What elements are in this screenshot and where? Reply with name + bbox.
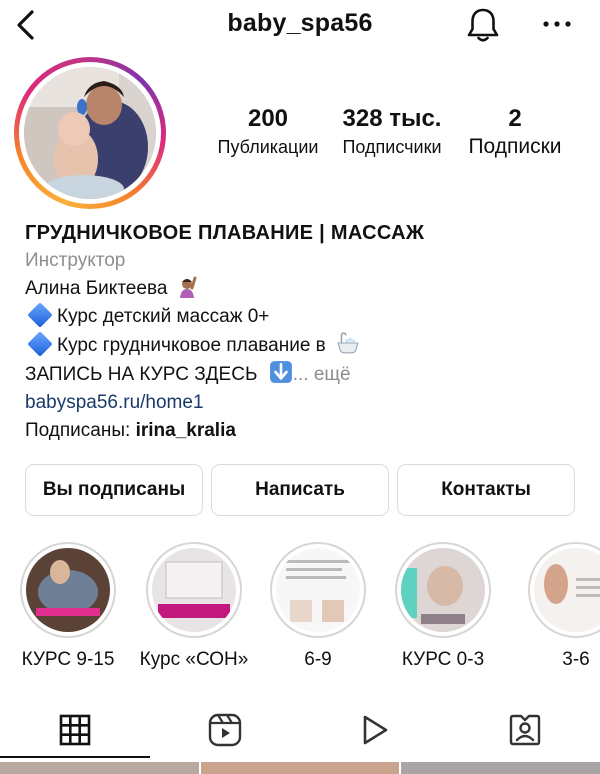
reels-icon xyxy=(208,713,242,747)
tab-grid[interactable] xyxy=(0,706,150,754)
top-bar: baby_spa56 xyxy=(0,0,600,50)
tab-reels[interactable] xyxy=(150,706,300,754)
message-button[interactable]: Написать xyxy=(211,464,389,516)
followed-by-prefix: Подписаны: xyxy=(25,420,136,441)
following-button[interactable]: Вы подписаны xyxy=(25,464,203,516)
avatar xyxy=(24,67,156,199)
notifications-button[interactable] xyxy=(465,6,501,44)
play-icon xyxy=(363,715,388,745)
highlight-thumbnail xyxy=(401,548,485,632)
active-tab-indicator xyxy=(0,756,150,758)
bio-line: ЗАПИСЬ НА КУРС ЗДЕСЬ ... ещё xyxy=(25,360,585,389)
posts-grid-preview xyxy=(0,762,600,774)
stat-followers[interactable]: 328 тыс. Подписчики xyxy=(334,104,450,159)
bio-course-massage: Курс детский массаж 0+ xyxy=(57,306,270,327)
bio-author-name: Алина Биктеева xyxy=(25,278,168,299)
followers-count: 328 тыс. xyxy=(342,105,442,132)
story-highlight[interactable]: КУРС 0-3 xyxy=(381,542,505,671)
highlight-caption: Курс «СОН» xyxy=(139,649,249,670)
highlight-caption: 3-6 xyxy=(562,649,590,670)
highlight-caption: КУРС 9-15 xyxy=(21,649,115,670)
contacts-button[interactable]: Контакты xyxy=(397,464,575,516)
highlight-caption: 6-9 xyxy=(304,649,332,670)
highlight-thumbnail xyxy=(534,548,600,632)
bio-more-link[interactable]: ... ещё xyxy=(293,364,351,385)
following-label: Подписки xyxy=(468,135,562,158)
posts-count: 200 xyxy=(247,105,289,132)
highlight-thumbnail xyxy=(26,548,110,632)
bell-icon xyxy=(467,8,499,42)
down-arrow-icon xyxy=(269,361,292,383)
story-highlight[interactable]: КУРС 9-15 xyxy=(6,542,130,671)
avatar-story-ring[interactable] xyxy=(14,57,166,209)
bio-line: Курс детский массаж 0+ xyxy=(25,302,585,331)
bathtub-icon xyxy=(337,332,359,354)
bio-course-swimming: Курс грудничковое плавание в xyxy=(57,335,326,356)
story-highlight[interactable]: Курс «СОН» xyxy=(132,542,256,671)
profile-category: Инструктор xyxy=(25,250,126,271)
stat-posts[interactable]: 200 Публикации xyxy=(210,104,326,159)
post-thumbnail[interactable] xyxy=(401,762,600,774)
followed-by-user: irina_kralia xyxy=(135,420,236,441)
highlight-thumbnail xyxy=(152,548,236,632)
grid-icon xyxy=(59,714,91,746)
more-options-button[interactable] xyxy=(540,10,574,38)
followers-label: Подписчики xyxy=(342,137,442,157)
tab-tagged[interactable] xyxy=(450,706,600,754)
profile-tabs xyxy=(0,706,600,754)
bio-signup-text: ЗАПИСЬ НА КУРС ЗДЕСЬ xyxy=(25,364,258,385)
woman-raising-hand-icon xyxy=(179,276,197,298)
post-thumbnail[interactable] xyxy=(0,762,199,774)
post-thumbnail[interactable] xyxy=(200,762,400,774)
blue-diamond-icon xyxy=(27,302,53,328)
stat-following[interactable]: 2 Подписки xyxy=(460,104,570,159)
tab-videos[interactable] xyxy=(300,706,450,754)
blue-diamond-icon xyxy=(27,331,53,357)
following-count: 2 xyxy=(508,105,522,132)
more-icon xyxy=(543,21,571,27)
story-highlight[interactable]: 3-6 xyxy=(514,542,600,671)
posts-label: Публикации xyxy=(217,137,319,157)
profile-bio: ГРУДНИЧКОВОЕ ПЛАВАНИЕ | МАССАЖ Инструкто… xyxy=(25,219,585,445)
highlight-thumbnail xyxy=(276,548,360,632)
bio-line: Курс грудничковое плавание в xyxy=(25,331,585,360)
bio-line: Алина Биктеева xyxy=(25,275,585,303)
profile-username: baby_spa56 xyxy=(227,9,373,37)
story-highlight[interactable]: 6-9 xyxy=(256,542,380,671)
bio-website-link[interactable]: babyspa56.ru/home1 xyxy=(25,389,585,417)
followed-by[interactable]: Подписаны: irina_kralia xyxy=(25,417,585,445)
tagged-icon xyxy=(509,714,541,746)
profile-name: ГРУДНИЧКОВОЕ ПЛАВАНИЕ | МАССАЖ xyxy=(25,222,425,244)
highlight-caption: КУРС 0-3 xyxy=(401,649,485,670)
